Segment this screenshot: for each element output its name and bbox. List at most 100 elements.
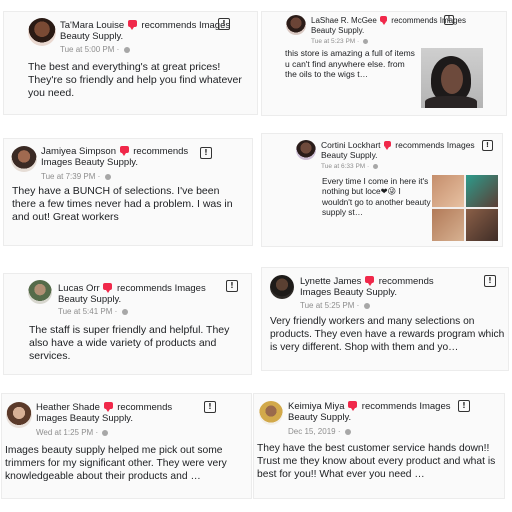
recommend-icon bbox=[380, 16, 388, 25]
business-name[interactable]: Images Beauty Supply. bbox=[300, 287, 397, 298]
avatar[interactable] bbox=[286, 15, 306, 35]
review-text: The staff is super friendly and helpful.… bbox=[29, 324, 230, 363]
reviewer-name[interactable]: Heather Shade bbox=[36, 402, 100, 413]
avatar[interactable] bbox=[270, 275, 294, 299]
recommends-label: recommends bbox=[117, 283, 172, 294]
review-text: Very friendly workers and many selection… bbox=[270, 316, 505, 353]
reviewer-name[interactable]: Jamiyea Simpson bbox=[41, 146, 116, 157]
meta-separator: · bbox=[357, 38, 360, 45]
review-header: Lynette James recommends Images Beauty S… bbox=[300, 276, 460, 299]
meta-separator: · bbox=[95, 428, 99, 437]
business-name[interactable]: Images Beauty Supply. bbox=[41, 157, 138, 168]
globe-icon bbox=[123, 47, 130, 53]
report-flag-icon[interactable]: ! bbox=[458, 400, 470, 412]
review-photo-collage[interactable] bbox=[432, 175, 498, 241]
reviewer-name[interactable]: Cortini Lockhart bbox=[321, 140, 381, 150]
review-meta: Tue at 6:33 PM · bbox=[321, 163, 378, 170]
collage-photo-2 bbox=[466, 175, 498, 207]
recommends-label: recommends bbox=[391, 16, 438, 25]
review-card: Heather Shade recommends Images Beauty S… bbox=[2, 394, 251, 498]
meta-separator: · bbox=[337, 427, 341, 436]
review-card: LaShae R. McGee recommends Images Beauty… bbox=[262, 12, 506, 115]
review-time[interactable]: Dec 15, 2019 bbox=[288, 427, 336, 436]
recommends-label: recommends bbox=[117, 402, 173, 413]
review-time[interactable]: Tue at 5:23 PM bbox=[311, 38, 355, 45]
review-time[interactable]: Tue at 6:33 PM bbox=[321, 163, 365, 170]
review-header: Lucas Orr recommends Images Beauty Suppl… bbox=[58, 283, 218, 306]
review-header: Ta'Mara Louise recommends Images Beauty … bbox=[60, 20, 232, 43]
recommend-icon bbox=[127, 20, 137, 30]
avatar[interactable] bbox=[259, 401, 283, 425]
meta-separator: · bbox=[114, 307, 118, 316]
reviewer-name[interactable]: Lynette James bbox=[300, 276, 361, 287]
review-card: Lucas Orr recommends Images Beauty Suppl… bbox=[4, 274, 251, 374]
meta-separator: · bbox=[97, 172, 101, 181]
globe-icon bbox=[102, 430, 109, 436]
report-flag-icon[interactable]: ! bbox=[482, 140, 493, 151]
review-meta: Tue at 5:23 PM · bbox=[311, 38, 368, 45]
recommends-label: recommends bbox=[361, 401, 417, 412]
report-flag-icon[interactable]: ! bbox=[444, 15, 454, 25]
review-header: Keimiya Miya recommends Images Beauty Su… bbox=[288, 401, 458, 424]
globe-icon bbox=[373, 164, 378, 169]
business-name[interactable]: Images Beauty Supply. bbox=[36, 413, 133, 424]
review-time[interactable]: Tue at 5:25 PM bbox=[300, 301, 354, 310]
avatar[interactable] bbox=[296, 140, 316, 160]
review-meta: Tue at 5:00 PM · bbox=[60, 45, 130, 54]
review-text: Images beauty supply helped me pick out … bbox=[5, 445, 227, 482]
review-time[interactable]: Tue at 5:00 PM bbox=[60, 45, 114, 54]
review-card: Keimiya Miya recommends Images Beauty Su… bbox=[254, 394, 504, 498]
avatar[interactable] bbox=[6, 402, 32, 428]
reviewer-name[interactable]: Ta'Mara Louise bbox=[60, 20, 124, 31]
review-meta: Tue at 5:25 PM · bbox=[300, 301, 370, 310]
review-meta: Tue at 5:41 PM · bbox=[58, 307, 128, 316]
recommends-label: recommends bbox=[141, 20, 197, 31]
report-flag-icon[interactable]: ! bbox=[200, 147, 212, 159]
report-flag-icon[interactable]: ! bbox=[204, 401, 216, 413]
review-card: Jamiyea Simpson recommends Images Beauty… bbox=[4, 139, 252, 245]
review-photo[interactable] bbox=[421, 48, 483, 108]
review-time[interactable]: Wed at 1:25 PM bbox=[36, 428, 93, 437]
globe-icon bbox=[344, 429, 351, 435]
collage-photo-4 bbox=[466, 209, 498, 241]
review-card: Lynette James recommends Images Beauty S… bbox=[262, 268, 508, 370]
recommend-icon bbox=[365, 276, 375, 286]
avatar[interactable] bbox=[28, 280, 52, 304]
reviewer-name[interactable]: Lucas Orr bbox=[58, 283, 100, 294]
report-flag-icon[interactable]: ! bbox=[218, 18, 230, 30]
globe-icon bbox=[363, 39, 368, 44]
recommends-label: recommends bbox=[133, 146, 189, 157]
reviewer-name[interactable]: Keimiya Miya bbox=[288, 401, 345, 412]
avatar[interactable] bbox=[11, 146, 37, 172]
review-header: Cortini Lockhart recommends Images Beaut… bbox=[321, 140, 481, 160]
review-meta: Tue at 7:39 PM · bbox=[41, 172, 111, 181]
report-flag-icon[interactable]: ! bbox=[484, 275, 496, 287]
review-card: Cortini Lockhart recommends Images Beaut… bbox=[262, 134, 502, 246]
recommends-label: recommends bbox=[378, 276, 434, 287]
recommend-icon bbox=[119, 146, 129, 156]
review-time[interactable]: Tue at 7:39 PM bbox=[41, 172, 95, 181]
meta-separator: · bbox=[116, 45, 120, 54]
reviewer-name[interactable]: LaShae R. McGee bbox=[311, 16, 377, 25]
recommend-icon bbox=[383, 141, 391, 150]
review-meta: Wed at 1:25 PM · bbox=[36, 428, 109, 437]
review-header: Jamiyea Simpson recommends Images Beauty… bbox=[41, 146, 201, 169]
recommend-icon bbox=[103, 402, 113, 412]
globe-icon bbox=[121, 309, 128, 315]
review-text: They have the best customer service hand… bbox=[257, 443, 496, 480]
review-meta: Dec 15, 2019 · bbox=[288, 427, 351, 436]
review-card: Ta'Mara Louise recommends Images Beauty … bbox=[4, 12, 257, 114]
globe-icon bbox=[363, 303, 370, 309]
recommend-icon bbox=[348, 401, 358, 411]
report-flag-icon[interactable]: ! bbox=[226, 280, 238, 292]
review-header: Heather Shade recommends Images Beauty S… bbox=[36, 402, 196, 425]
globe-icon bbox=[104, 174, 111, 180]
collage-photo-1 bbox=[432, 175, 464, 207]
photo-face bbox=[441, 64, 463, 94]
meta-separator: · bbox=[367, 163, 370, 170]
meta-separator: · bbox=[356, 301, 360, 310]
review-text: this store is amazing a full of items u … bbox=[285, 48, 415, 80]
review-time[interactable]: Tue at 5:41 PM bbox=[58, 307, 112, 316]
avatar[interactable] bbox=[28, 18, 56, 46]
recommend-icon bbox=[103, 283, 113, 293]
